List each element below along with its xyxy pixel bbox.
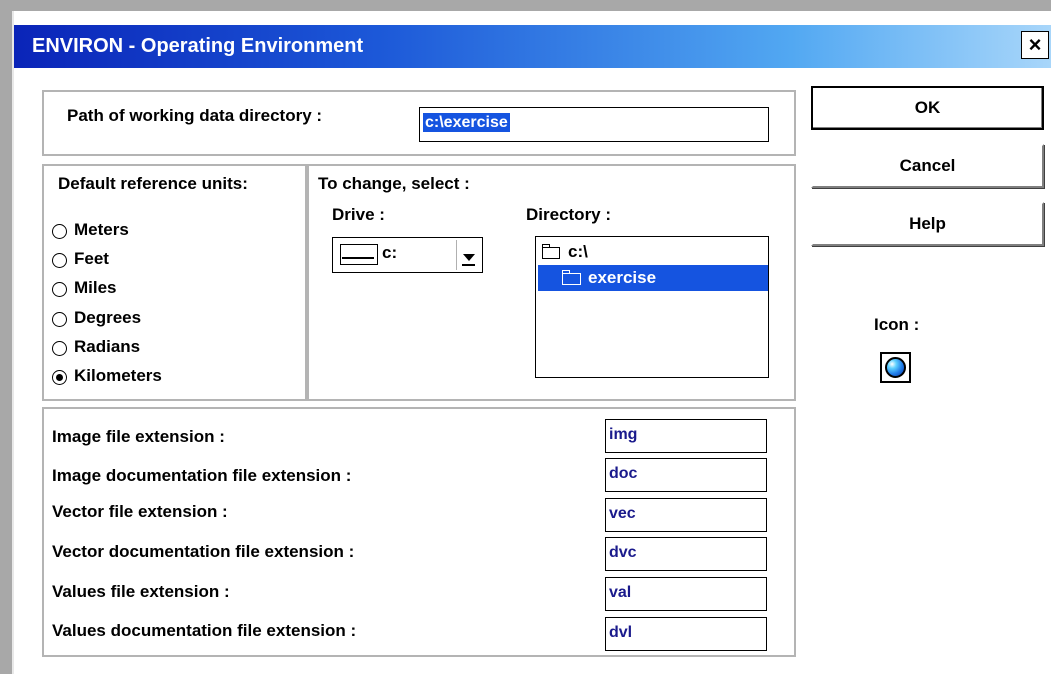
- image-doc-ext-input[interactable]: doc: [605, 458, 767, 492]
- vector-doc-ext-input[interactable]: dvc: [605, 537, 767, 571]
- radio-button[interactable]: [52, 253, 67, 268]
- directory-item-label: exercise: [588, 268, 657, 287]
- vector-doc-ext-label: Vector documentation file extension :: [52, 542, 355, 561]
- path-input[interactable]: c:\exercise: [419, 107, 769, 142]
- change-label: To change, select :: [318, 174, 470, 193]
- radio-label: Kilometers: [74, 366, 162, 385]
- radio-button[interactable]: [52, 224, 67, 239]
- drive-value: c:: [382, 243, 398, 262]
- values-ext-label: Values file extension :: [52, 582, 230, 601]
- path-label: Path of working data directory :: [67, 106, 323, 125]
- directory-label: Directory :: [526, 205, 612, 224]
- close-icon: ×: [1028, 32, 1042, 57]
- outer-frame-left: [0, 11, 12, 674]
- drive-icon: [340, 244, 378, 265]
- radio-button[interactable]: [52, 312, 67, 327]
- radio-label: Feet: [74, 249, 109, 268]
- outer-frame-highlight: [12, 11, 14, 674]
- image-doc-ext-label: Image documentation file extension :: [52, 466, 352, 485]
- directory-item-exercise[interactable]: exercise: [538, 265, 768, 291]
- window-title: ENVIRON - Operating Environment: [32, 35, 364, 57]
- globe-icon: [885, 357, 906, 378]
- directory-item-root[interactable]: c:\: [538, 240, 766, 264]
- vector-ext-label: Vector file extension :: [52, 502, 228, 521]
- radio-label: Miles: [74, 278, 117, 297]
- radio-button[interactable]: [52, 282, 67, 297]
- ok-button[interactable]: OK: [811, 86, 1044, 130]
- units-label: Default reference units:: [58, 174, 248, 193]
- radio-button-selected[interactable]: [52, 370, 67, 385]
- drive-icon-slot: [342, 257, 374, 259]
- radio-button[interactable]: [52, 341, 67, 356]
- radio-label: Meters: [74, 220, 129, 239]
- icon-label: Icon :: [874, 315, 920, 334]
- dropdown-bar-icon: [462, 264, 475, 266]
- image-ext-label: Image file extension :: [52, 427, 225, 446]
- values-doc-ext-input[interactable]: dvl: [605, 617, 767, 651]
- values-ext-input[interactable]: val: [605, 577, 767, 611]
- drive-label: Drive :: [332, 205, 385, 224]
- path-input-value: c:\exercise: [423, 113, 510, 132]
- vector-ext-input[interactable]: vec: [605, 498, 767, 532]
- radio-label: Degrees: [74, 308, 142, 327]
- cancel-button[interactable]: Cancel: [811, 144, 1044, 188]
- outer-frame-top: [0, 0, 1051, 11]
- chevron-down-icon: [463, 254, 475, 261]
- image-ext-input[interactable]: img: [605, 419, 767, 453]
- values-doc-ext-label: Values documentation file extension :: [52, 621, 357, 640]
- directory-item-label: c:\: [568, 242, 588, 261]
- close-button[interactable]: ×: [1021, 31, 1049, 59]
- radio-label: Radians: [74, 337, 141, 356]
- help-button[interactable]: Help: [811, 202, 1044, 246]
